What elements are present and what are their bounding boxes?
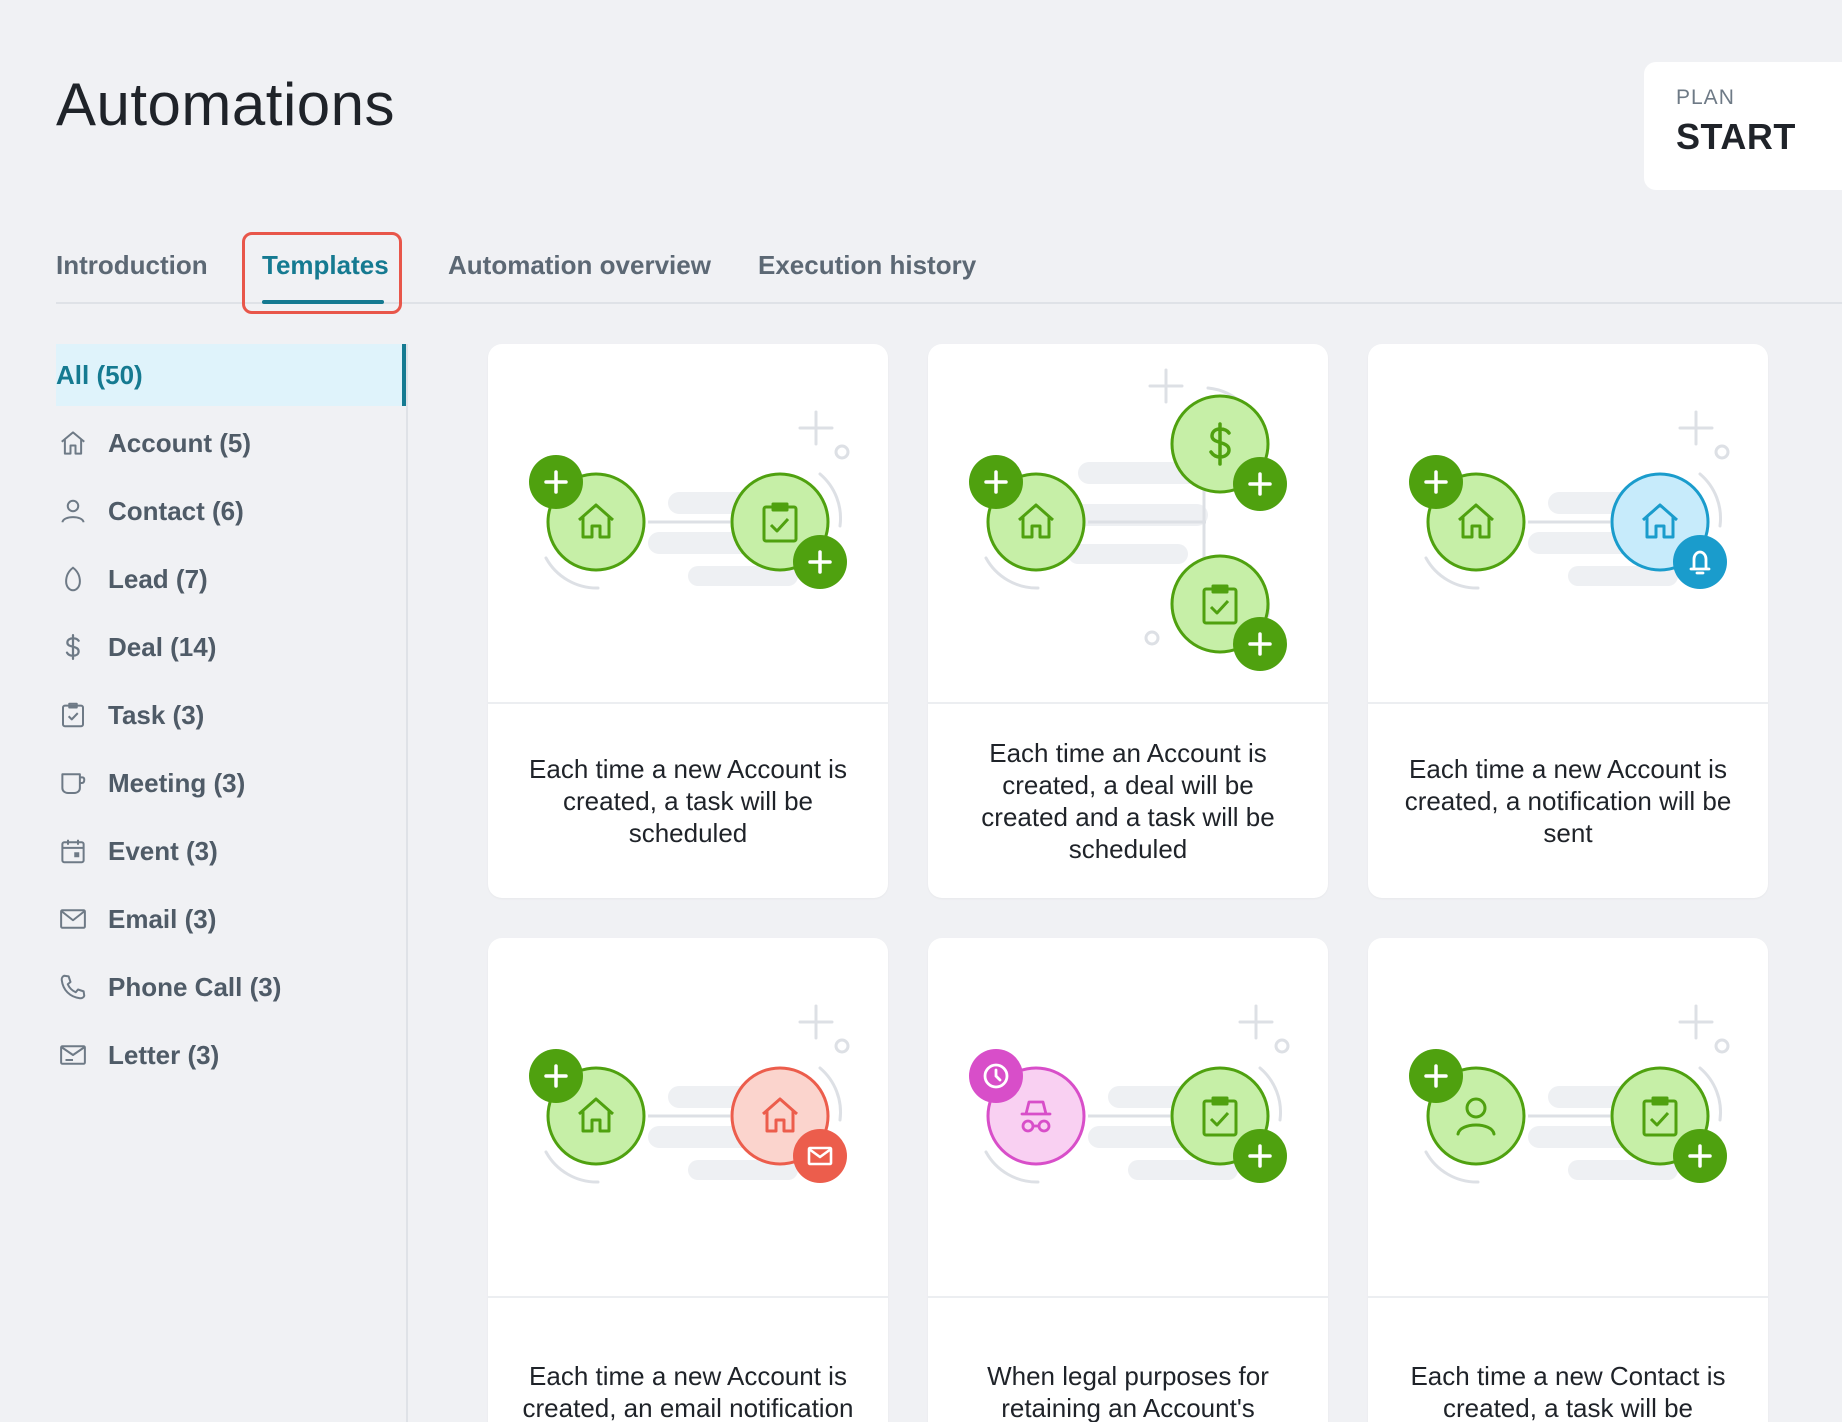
person-icon: [56, 494, 90, 528]
template-card[interactable]: When legal purposes for retaining an Acc…: [928, 938, 1328, 1422]
sidebar-item-deal[interactable]: Deal (14): [56, 616, 406, 678]
template-card[interactable]: Each time an Account is created, a deal …: [928, 344, 1328, 898]
plan-label: PLAN: [1676, 86, 1735, 109]
sidebar-item-label: All (50): [56, 359, 143, 390]
template-illustration: [1368, 344, 1768, 704]
sidebar-item-letter[interactable]: Letter (3): [56, 1024, 406, 1086]
template-card[interactable]: Each time a new Account is created, a no…: [1368, 344, 1768, 898]
sidebar-item-label: Deal (14): [108, 631, 217, 662]
tab-bar: Introduction Templates Automation overvi…: [56, 228, 1842, 314]
page-title: Automations: [56, 71, 396, 138]
sidebar-item-lead[interactable]: Lead (7): [56, 548, 406, 610]
template-illustration: [488, 938, 888, 1298]
sidebar-item-email[interactable]: Email (3): [56, 888, 406, 950]
tab-execution-history[interactable]: Execution history: [758, 250, 976, 281]
letter-icon: [56, 1038, 90, 1072]
template-illustration: [488, 344, 888, 704]
sidebar-item-task[interactable]: Task (3): [56, 684, 406, 746]
sidebar-item-label: Lead (7): [108, 563, 208, 594]
plan-value: START: [1676, 116, 1796, 157]
sidebar-item-label: Task (3): [108, 699, 205, 730]
template-card[interactable]: Each time a new Account is created, a ta…: [488, 344, 888, 898]
sidebar-item-contact[interactable]: Contact (6): [56, 480, 406, 542]
template-description: Each time an Account is created, a deal …: [981, 738, 1275, 864]
house-icon: [56, 426, 90, 460]
template-description: Each time a new Contact is created, a ta…: [1410, 1361, 1726, 1422]
phone-icon: [56, 970, 90, 1004]
calendar-icon: [56, 834, 90, 868]
tab-introduction[interactable]: Introduction: [56, 250, 208, 281]
sidebar-item-phone-call[interactable]: Phone Call (3): [56, 956, 406, 1018]
category-sidebar: All (50) Account (5) Contact (6) Lead (7…: [56, 344, 408, 1422]
sidebar-item-label: Meeting (3): [108, 767, 246, 798]
template-illustration: [928, 938, 1328, 1298]
template-illustration: [1368, 938, 1768, 1298]
template-card[interactable]: Each time a new Account is created, an e…: [488, 938, 888, 1422]
template-description: Each time a new Account is created, a no…: [1404, 754, 1732, 848]
tab-automation-overview[interactable]: Automation overview: [448, 250, 711, 281]
sidebar-item-account[interactable]: Account (5): [56, 412, 406, 474]
sidebar-item-label: Contact (6): [108, 495, 244, 526]
sidebar-item-meeting[interactable]: Meeting (3): [56, 752, 406, 814]
tab-templates[interactable]: Templates: [262, 250, 389, 281]
dollar-icon: [56, 630, 90, 664]
meeting-icon: [56, 766, 90, 800]
sidebar-item-event[interactable]: Event (3): [56, 820, 406, 882]
template-illustration: [928, 344, 1328, 704]
sidebar-item-label: Letter (3): [108, 1039, 220, 1070]
task-icon: [56, 698, 90, 732]
sidebar-item-label: Account (5): [108, 427, 251, 458]
sidebar-item-label: Event (3): [108, 835, 218, 866]
plan-card: PLAN START: [1644, 62, 1842, 190]
template-description: Each time a new Account is created, an e…: [522, 1361, 854, 1422]
template-description: Each time a new Account is created, a ta…: [529, 754, 847, 848]
lead-icon: [56, 562, 90, 596]
sidebar-item-all[interactable]: All (50): [56, 344, 406, 406]
email-icon: [56, 902, 90, 936]
sidebar-item-label: Email (3): [108, 903, 217, 934]
active-tab-underline: [262, 300, 384, 304]
template-card[interactable]: Each time a new Contact is created, a ta…: [1368, 938, 1768, 1422]
sidebar-item-label: Phone Call (3): [108, 971, 282, 1002]
template-description: When legal purposes for retaining an Acc…: [987, 1361, 1269, 1422]
